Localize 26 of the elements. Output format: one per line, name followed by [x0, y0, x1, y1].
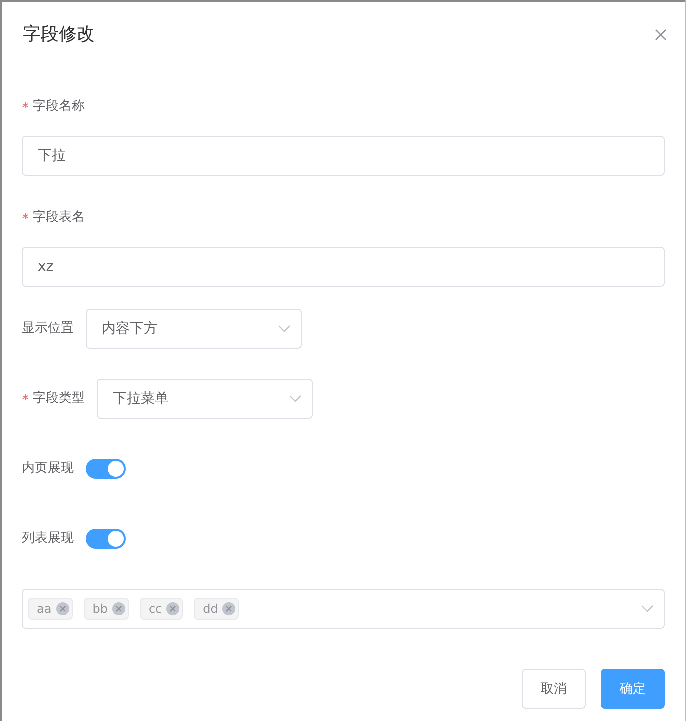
close-icon[interactable]	[166, 602, 180, 616]
close-icon[interactable]	[56, 602, 70, 616]
chevron-down-icon	[289, 395, 302, 403]
cancel-button[interactable]: 取消	[522, 669, 586, 709]
select-field[interactable]: 内容下方	[86, 309, 302, 349]
tag: cc	[140, 598, 184, 620]
chevron-down-icon	[278, 325, 291, 333]
field-label: 列表展现	[22, 531, 74, 546]
close-icon[interactable]	[222, 602, 236, 616]
field-label: 内页展现	[22, 461, 74, 476]
tag: bb	[84, 598, 129, 620]
field-label: 字段类型	[33, 391, 85, 406]
select-field[interactable]: 下拉菜单	[97, 379, 313, 419]
tag: aa	[28, 598, 73, 620]
text-field[interactable]: 下拉	[22, 136, 665, 176]
dialog-title: 字段修改	[23, 22, 95, 46]
chevron-down-icon	[641, 605, 654, 613]
toggle-switch[interactable]	[86, 459, 126, 479]
text-field[interactable]: xz	[22, 247, 665, 287]
close-icon[interactable]	[112, 602, 126, 616]
close-icon[interactable]	[655, 28, 667, 40]
toggle-switch[interactable]	[86, 529, 126, 549]
field-label: 显示位置	[22, 321, 74, 336]
tag: dd	[194, 598, 240, 620]
field-label: 字段表名	[33, 210, 85, 225]
field-label: 字段名称	[33, 99, 85, 114]
